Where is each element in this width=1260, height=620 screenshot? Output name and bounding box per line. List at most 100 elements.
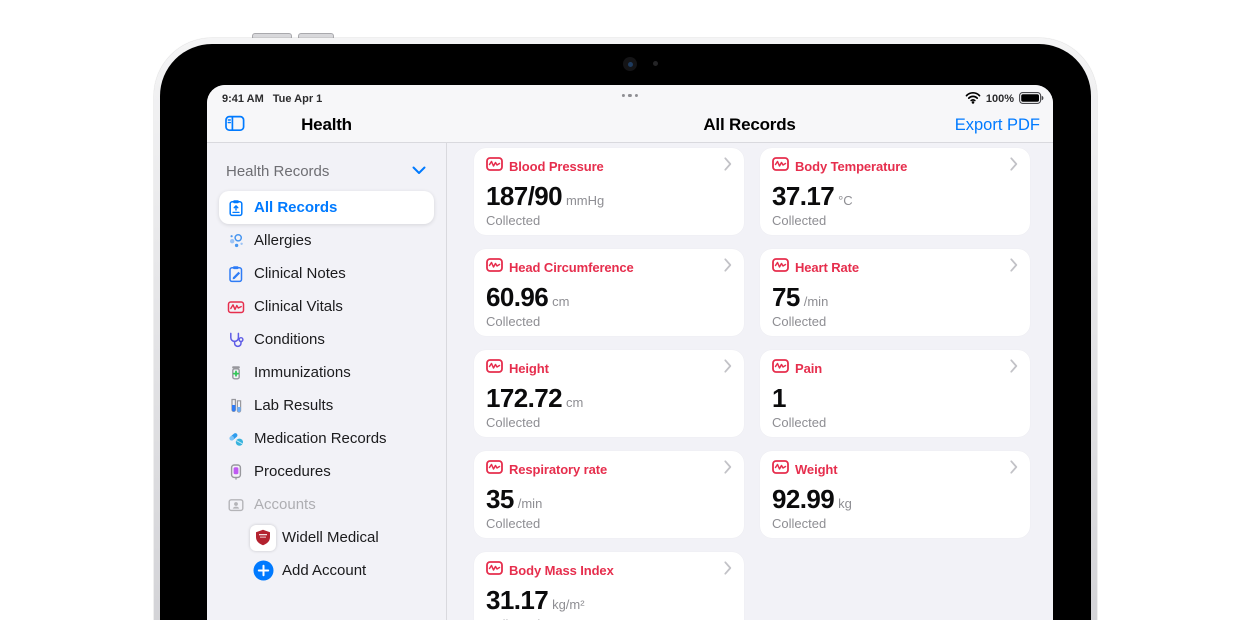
sidebar-item-label: All Records	[254, 199, 337, 216]
record-card-title: Body Temperature	[795, 159, 1004, 174]
record-card[interactable]: Respiratory rate 35/min Collected	[474, 451, 744, 538]
account-card-icon	[227, 496, 245, 514]
chevron-right-icon	[724, 157, 732, 176]
record-unit: cm	[552, 294, 569, 309]
app-title: Health	[207, 115, 446, 135]
record-value: 92.99	[772, 484, 834, 514]
chevron-right-icon	[724, 359, 732, 378]
record-card-title: Respiratory rate	[509, 462, 718, 477]
record-status: Collected	[772, 213, 1018, 228]
add-circle-icon	[250, 560, 276, 581]
record-card[interactable]: Pain 1 Collected	[760, 350, 1030, 437]
record-card[interactable]: Body Temperature 37.17 °C Collected	[760, 148, 1030, 235]
waveform-record-icon	[486, 359, 503, 378]
battery-percent: 100%	[986, 93, 1014, 105]
wifi-icon	[965, 91, 981, 107]
record-status: Collected	[486, 213, 732, 228]
status-date: Tue Apr 1	[273, 93, 323, 105]
record-card[interactable]: Blood Pressure 187/90 mmHg Collected	[474, 148, 744, 235]
sidebar-item-immunizations[interactable]: Immunizations	[219, 356, 434, 389]
record-card[interactable]: Body Mass Index 31.17kg/m² Collected	[474, 552, 744, 620]
sidebar-item-conditions[interactable]: Conditions	[219, 323, 434, 356]
record-unit: /min	[518, 496, 543, 511]
record-unit: kg/m²	[552, 597, 585, 612]
chevron-right-icon	[724, 258, 732, 277]
waveform-record-icon	[486, 561, 503, 580]
sidebar-section-health-records[interactable]: Health Records	[219, 159, 434, 183]
sidebar: Health Records All Records Allergies Cli…	[207, 143, 446, 620]
waveform-record-icon	[772, 157, 789, 176]
chevron-right-icon	[1010, 157, 1018, 176]
record-value: 35	[486, 484, 514, 514]
record-status: Collected	[486, 314, 732, 329]
waveform-record-icon	[486, 157, 503, 176]
status-time: 9:41 AM	[222, 93, 264, 105]
record-unit: cm	[566, 395, 583, 410]
record-card-title: Height	[509, 361, 718, 376]
vaccine-vial-icon	[227, 364, 245, 382]
sidebar-item-lab-results[interactable]: Lab Results	[219, 389, 434, 422]
navigation-bar: Health All Records Export PDF	[207, 107, 1053, 143]
screen: 9:41 AM Tue Apr 1 100% Health All Record…	[207, 85, 1053, 620]
sidebar-item-clinical-notes[interactable]: Clinical Notes	[219, 257, 434, 290]
records-content: Blood Pressure 187/90 mmHg Collected Body…	[447, 143, 1053, 620]
allergens-icon	[227, 232, 245, 250]
sidebar-item-label: Accounts	[254, 496, 316, 513]
vitals-waveform-icon	[227, 298, 245, 316]
sidebar-item-accounts[interactable]: Accounts	[219, 488, 434, 521]
record-card-title: Heart Rate	[795, 260, 1004, 275]
clinical-notes-icon	[227, 265, 245, 283]
record-card-title: Body Mass Index	[509, 563, 718, 578]
record-value: 187/90	[486, 181, 562, 211]
waveform-record-icon	[772, 460, 789, 479]
record-card[interactable]: Heart Rate 75/min Collected	[760, 249, 1030, 336]
medical-org-shield-icon	[250, 525, 276, 551]
sidebar-item-label: Procedures	[254, 463, 331, 480]
record-card-title: Weight	[795, 462, 1004, 477]
export-pdf-button[interactable]: Export PDF	[955, 116, 1040, 135]
record-unit: kg	[838, 496, 852, 511]
record-card[interactable]: Height 172.72cm Collected	[474, 350, 744, 437]
sidebar-item-label: Allergies	[254, 232, 312, 249]
record-unit: mmHg	[566, 193, 604, 208]
all-records-clipboard-icon	[227, 199, 245, 217]
sidebar-item-clinical-vitals[interactable]: Clinical Vitals	[219, 290, 434, 323]
record-status: Collected	[772, 415, 1018, 430]
sidebar-item-all-records[interactable]: All Records	[219, 191, 434, 224]
waveform-record-icon	[772, 359, 789, 378]
record-value: 75	[772, 282, 800, 312]
record-value: 1	[772, 383, 786, 413]
record-value: 31.17	[486, 585, 548, 615]
sidebar-item-widell-medical[interactable]: Widell Medical	[219, 521, 434, 554]
top-chrome: 9:41 AM Tue Apr 1 100% Health All Record…	[207, 85, 1053, 143]
record-status: Collected	[772, 314, 1018, 329]
record-status: Collected	[772, 516, 1018, 531]
sidebar-item-label: Conditions	[254, 331, 325, 348]
waveform-record-icon	[486, 258, 503, 277]
record-value: 60.96	[486, 282, 548, 312]
record-status: Collected	[486, 516, 732, 531]
battery-icon	[1019, 92, 1044, 107]
record-value: 37.17	[772, 181, 834, 211]
sidebar-item-label: Immunizations	[254, 364, 351, 381]
multitasking-handle[interactable]	[622, 94, 638, 97]
sidebar-item-allergies[interactable]: Allergies	[219, 224, 434, 257]
waveform-record-icon	[486, 460, 503, 479]
record-card[interactable]: Weight 92.99 kg Collected	[760, 451, 1030, 538]
sidebar-item-medication-records[interactable]: Medication Records	[219, 422, 434, 455]
sidebar-item-procedures[interactable]: Procedures	[219, 455, 434, 488]
chevron-down-icon[interactable]	[412, 162, 426, 180]
record-unit: /min	[804, 294, 829, 309]
record-unit: °C	[838, 193, 853, 208]
sidebar-item-label: Add Account	[282, 562, 366, 579]
test-tubes-icon	[227, 397, 245, 415]
record-status: Collected	[486, 415, 732, 430]
sidebar-item-add-account[interactable]: Add Account	[219, 554, 434, 587]
record-card[interactable]: Head Circumference 60.96cm Collected	[474, 249, 744, 336]
chevron-right-icon	[1010, 258, 1018, 277]
procedure-bag-icon	[227, 463, 245, 481]
sidebar-item-label: Medication Records	[254, 430, 387, 447]
chevron-right-icon	[724, 460, 732, 479]
record-card-title: Blood Pressure	[509, 159, 718, 174]
records-grid[interactable]: Blood Pressure 187/90 mmHg Collected Body…	[474, 148, 1053, 620]
